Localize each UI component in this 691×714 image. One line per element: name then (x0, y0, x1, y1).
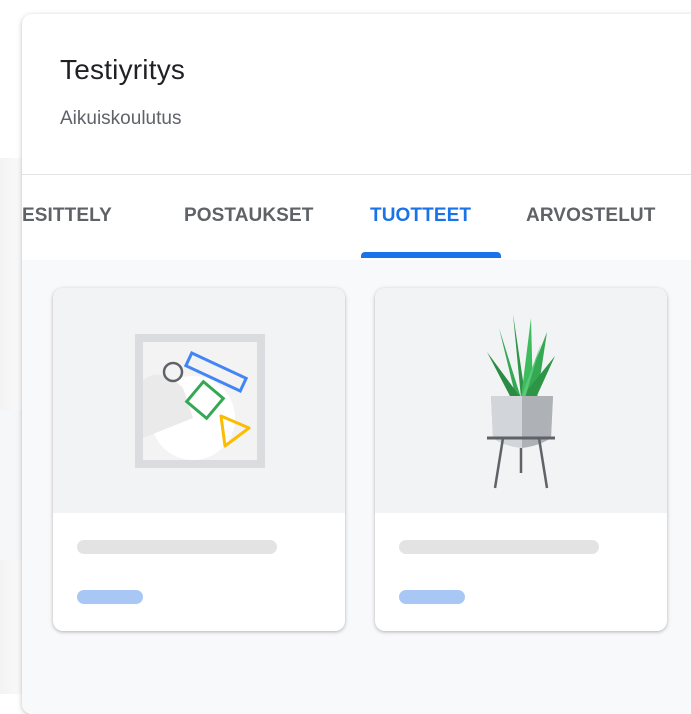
potted-plant-image-icon (487, 314, 555, 489)
product-card-1[interactable] (53, 288, 345, 631)
product-image-2 (375, 288, 667, 513)
tab-postaukset[interactable]: POSTAUKSET (184, 205, 313, 227)
product-price-placeholder (399, 590, 465, 604)
product-image-1 (53, 288, 345, 513)
product-title-placeholder (77, 540, 277, 554)
tab-esittely[interactable]: ESITTELY (22, 205, 112, 227)
business-name: Testiyritys (60, 54, 186, 85)
left-edge-shadow-lower (0, 410, 22, 560)
business-category: Aikuiskoulutus (60, 108, 182, 129)
product-title-placeholder (399, 540, 599, 554)
product-card-2[interactable] (375, 288, 667, 631)
active-tab-indicator (361, 252, 501, 258)
tab-tuotteet[interactable]: TUOTTEET (370, 205, 471, 227)
abstract-shapes-image-icon (135, 334, 265, 468)
tab-arvostelut[interactable]: ARVOSTELUT (526, 205, 655, 227)
profile-tabs: ESITTELY POSTAUKSET TUOTTEET ARVOSTELUT (22, 174, 691, 261)
business-header: Testiyritys Aikuiskoulutus (22, 14, 691, 174)
product-price-placeholder (77, 590, 143, 604)
